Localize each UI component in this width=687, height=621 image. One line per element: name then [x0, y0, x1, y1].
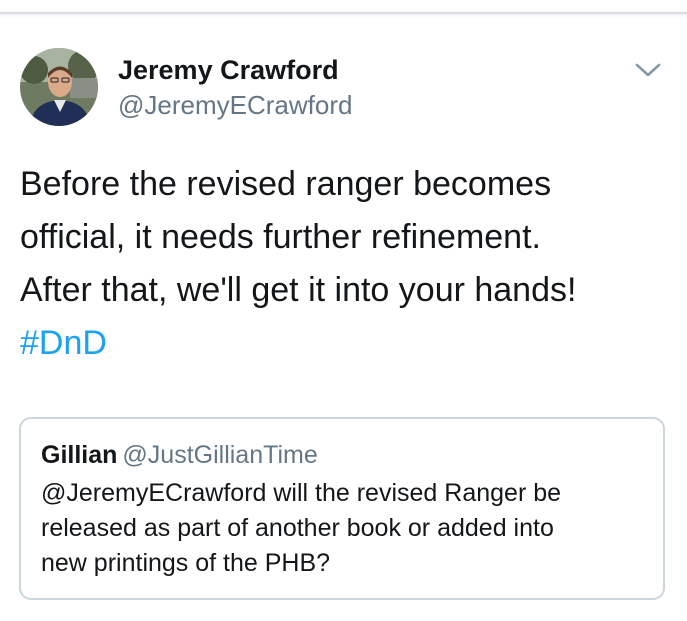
quoted-tweet-text: @JeremyECrawford will the revised Ranger… [41, 476, 651, 581]
quoted-author-handle: @JustGillianTime [122, 441, 318, 469]
avatar-image [20, 48, 98, 126]
author-handle[interactable]: @JeremyECrawford [118, 88, 352, 122]
chevron-down-icon[interactable] [633, 58, 663, 82]
tweet-header: Jeremy Crawford @JeremyECrawford [20, 48, 667, 130]
author-names[interactable]: Jeremy Crawford @JeremyECrawford [118, 54, 352, 122]
avatar[interactable] [20, 48, 98, 126]
quoted-tweet-card[interactable]: Gillian @JustGillianTime @JeremyECrawford… [19, 417, 665, 600]
tweet-text-line: After that, we'll get it into your hands… [20, 271, 577, 309]
quoted-author-name: Gillian [41, 441, 118, 469]
tweet-view: Jeremy Crawford @JeremyECrawford Before … [0, 0, 687, 621]
quoted-text-line: released as part of another book or adde… [41, 514, 554, 542]
author-display-name[interactable]: Jeremy Crawford [118, 54, 352, 86]
quoted-text-line: @JeremyECrawford will the revised Ranger… [41, 479, 562, 507]
quoted-tweet-header: Gillian @JustGillianTime [41, 439, 318, 471]
hashtag-link[interactable]: #DnD [20, 317, 660, 370]
tweet-text-line: official, it needs further refinement. [20, 218, 541, 256]
tweet-text: Before the revised ranger becomes offici… [20, 158, 660, 370]
top-divider [0, 0, 687, 14]
tweet-text-line: Before the revised ranger becomes [20, 165, 552, 203]
quoted-text-line: new printings of the PHB? [41, 549, 331, 577]
